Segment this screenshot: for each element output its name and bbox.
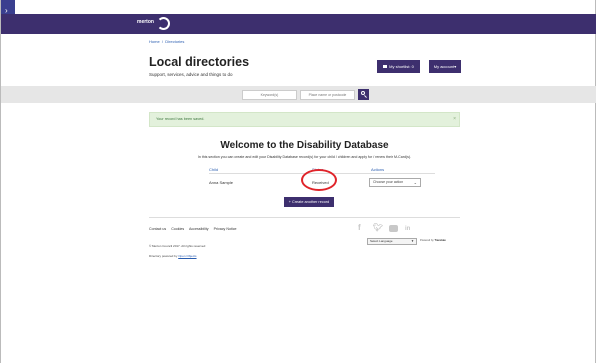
database-title: Welcome to the Disability Database: [220, 140, 389, 151]
linkedin-icon[interactable]: in: [405, 225, 410, 233]
youtube-icon[interactable]: [389, 225, 398, 232]
search-button[interactable]: [358, 89, 369, 100]
chevron-down-icon: ▼: [411, 239, 414, 243]
powered-link[interactable]: Open Objects: [178, 254, 196, 258]
list-icon: [383, 65, 388, 69]
column-header-child: Child: [209, 167, 219, 172]
footer-link-accessibility[interactable]: Accessibility: [189, 227, 209, 231]
close-icon[interactable]: ×: [453, 113, 456, 126]
chevron-down-icon: ⌄: [413, 180, 417, 185]
breadcrumb-home[interactable]: Home: [149, 39, 160, 44]
alert-message: Your record has been saved.: [156, 117, 205, 121]
language-select-value: Select Language: [370, 239, 393, 243]
logo-arc-icon: [157, 17, 170, 30]
account-button[interactable]: My account▾: [429, 60, 461, 73]
success-alert: Your record has been saved. ×: [149, 112, 460, 127]
status-highlight-circle: [301, 169, 337, 191]
database-intro: In this section you can create and edit …: [197, 155, 412, 159]
account-label: My account: [433, 64, 455, 69]
chevron-down-icon: ▾: [454, 64, 457, 69]
actions-select-value: Choose your action: [373, 180, 404, 184]
browser-page: › merton Home / Directories Local direct…: [0, 0, 596, 363]
translate-prefix: Powered by: [420, 239, 434, 242]
footer-link-privacy[interactable]: Privacy Notice: [214, 227, 237, 231]
table-row-child: Anna Sample: [209, 180, 234, 185]
search-icon-handle: [364, 95, 367, 98]
breadcrumb: Home / Directories: [149, 39, 184, 44]
search-bar: [1, 86, 596, 103]
shortlist-button[interactable]: My shortlist: 0: [377, 60, 420, 73]
translate-brand: Translate: [434, 239, 446, 242]
breadcrumb-directories[interactable]: Directories: [165, 39, 184, 44]
twitter-icon[interactable]: 🐦︎: [373, 224, 383, 232]
page-subtitle: Support, services, advice and things to …: [149, 72, 233, 77]
powered-prefix: Directory powered by: [149, 254, 178, 258]
keyword-input[interactable]: Keyword(s): [242, 90, 297, 100]
footer-links: Contact us Cookies Accessibility Privacy…: [149, 227, 241, 231]
google-translate-label: Powered by Translate: [420, 239, 446, 242]
merton-logo[interactable]: merton: [137, 17, 171, 31]
site-header-bar: [1, 14, 596, 34]
logo-text: merton: [137, 19, 154, 25]
footer-link-cookies[interactable]: Cookies: [171, 227, 184, 231]
shortlist-label: My shortlist: 0: [389, 64, 414, 69]
breadcrumb-separator: /: [160, 39, 165, 44]
copyright-text: © Merton Council 2017. All rights reserv…: [149, 244, 206, 248]
page-title: Local directories: [149, 55, 250, 69]
language-select[interactable]: Select Language ▼: [367, 238, 417, 245]
actions-select[interactable]: Choose your action ⌄: [369, 178, 421, 187]
facebook-icon[interactable]: f: [358, 224, 361, 232]
footer-link-contact[interactable]: Contact us: [149, 227, 166, 231]
create-record-button[interactable]: + Create another record: [284, 197, 334, 207]
footer-divider: [149, 217, 460, 218]
location-input[interactable]: Place name or postcode: [300, 90, 355, 100]
powered-by-text: Directory powered by Open Objects: [149, 254, 197, 258]
column-header-actions: Actions: [371, 167, 385, 172]
